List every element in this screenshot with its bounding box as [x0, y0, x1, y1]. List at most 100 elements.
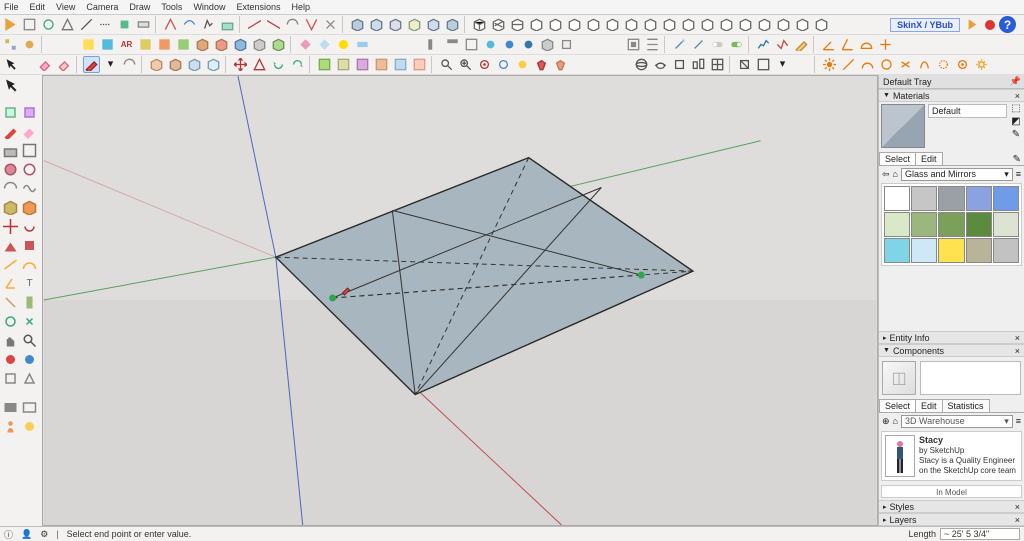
tb-btn[interactable]: [354, 36, 371, 53]
tb-btn[interactable]: [232, 36, 249, 53]
pencil-icon[interactable]: [83, 56, 100, 73]
material-thumb[interactable]: [881, 104, 925, 148]
box-icon[interactable]: [167, 56, 184, 73]
rotate-icon[interactable]: [21, 218, 38, 235]
tb-btn[interactable]: [425, 36, 442, 53]
tb-btn[interactable]: [316, 56, 333, 73]
tb-btn[interactable]: [335, 56, 352, 73]
tb-btn[interactable]: [135, 16, 152, 33]
panel-layers-head[interactable]: ▸Layers×: [879, 513, 1024, 526]
tb-btn[interactable]: [97, 16, 114, 33]
tb-btn[interactable]: [736, 56, 753, 73]
viewport-3d[interactable]: [42, 75, 878, 526]
tb-btn[interactable]: [709, 56, 726, 73]
zoom-icon[interactable]: [21, 332, 38, 349]
lt-btn[interactable]: [21, 399, 38, 416]
cursor-icon[interactable]: [2, 56, 19, 73]
tb-btn[interactable]: [625, 36, 642, 53]
refresh-icon[interactable]: [289, 56, 306, 73]
tb-btn[interactable]: [21, 16, 38, 33]
swatch[interactable]: [911, 238, 937, 263]
lt-btn[interactable]: [21, 142, 38, 159]
refresh-icon[interactable]: [270, 56, 287, 73]
tb-btn[interactable]: [671, 56, 688, 73]
material-name-field[interactable]: Default: [928, 104, 1007, 118]
hatch-cube-icon[interactable]: [756, 16, 773, 33]
in-model-bar[interactable]: In Model: [881, 485, 1022, 498]
record-icon[interactable]: [985, 20, 995, 30]
dropper-icon[interactable]: ✎: [1010, 130, 1022, 142]
tb-btn[interactable]: [181, 16, 198, 33]
tb-btn[interactable]: [162, 16, 179, 33]
swatch[interactable]: [938, 238, 964, 263]
hatch-cube-icon[interactable]: [699, 16, 716, 33]
lt-btn[interactable]: [2, 351, 19, 368]
hatch-cube-icon[interactable]: [604, 16, 621, 33]
tb-btn[interactable]: [99, 36, 116, 53]
home-icon[interactable]: ⌂: [893, 416, 898, 426]
move-icon[interactable]: [232, 56, 249, 73]
swatch[interactable]: [966, 212, 992, 237]
skin-label[interactable]: SkinX / YBub: [890, 18, 960, 32]
lt-btn[interactable]: [21, 370, 38, 387]
tb-btn[interactable]: [137, 36, 154, 53]
sphere-icon[interactable]: [633, 56, 650, 73]
status-icon[interactable]: ⚙: [40, 529, 48, 540]
tb-btn[interactable]: [116, 16, 133, 33]
status-icon[interactable]: ⓘ: [4, 528, 13, 541]
box-icon[interactable]: [148, 56, 165, 73]
lt-btn[interactable]: [21, 418, 38, 435]
tb-btn[interactable]: [80, 36, 97, 53]
cube-icon[interactable]: [349, 16, 366, 33]
close-icon[interactable]: ×: [1015, 91, 1020, 101]
set-default-icon[interactable]: ◩: [1010, 117, 1022, 129]
teapot-icon[interactable]: [652, 56, 669, 73]
tb-btn[interactable]: [495, 56, 512, 73]
swatch[interactable]: [911, 212, 937, 237]
tab-edit[interactable]: Edit: [915, 152, 943, 165]
protractor-icon[interactable]: [859, 56, 876, 73]
toggle-icon[interactable]: [728, 36, 745, 53]
pin-icon[interactable]: 📌: [1010, 76, 1021, 87]
menu-tools[interactable]: Tools: [161, 2, 182, 12]
sun-icon[interactable]: [821, 56, 838, 73]
protractor-icon[interactable]: [858, 36, 875, 53]
person-icon[interactable]: [2, 418, 19, 435]
tb-btn[interactable]: [644, 36, 661, 53]
cube-icon[interactable]: [406, 16, 423, 33]
angle-icon[interactable]: [839, 36, 856, 53]
lt-btn[interactable]: [2, 142, 19, 159]
cube-icon[interactable]: [425, 16, 442, 33]
lt-btn[interactable]: [2, 313, 19, 330]
measurement-box[interactable]: ~ 25' 5 3/4": [940, 528, 1020, 540]
menu-window[interactable]: Window: [193, 2, 225, 12]
lt-btn[interactable]: [21, 199, 38, 216]
tb-btn[interactable]: [2, 36, 19, 53]
lt-btn[interactable]: [21, 351, 38, 368]
menu-help[interactable]: Help: [291, 2, 310, 12]
tab-select[interactable]: Select: [879, 152, 916, 165]
create-material-icon[interactable]: ⬚: [1010, 104, 1022, 116]
tb-btn[interactable]: [246, 16, 263, 33]
tb-btn[interactable]: [270, 36, 287, 53]
tb-btn[interactable]: [316, 36, 333, 53]
menu-draw[interactable]: Draw: [129, 2, 150, 12]
pencil-icon[interactable]: [793, 36, 810, 53]
tb-btn[interactable]: [213, 36, 230, 53]
tb-btn[interactable]: [935, 56, 952, 73]
play-icon[interactable]: [2, 16, 19, 33]
lt-btn[interactable]: [21, 313, 38, 330]
dropdown-icon[interactable]: ▾: [102, 56, 119, 73]
menu-icon[interactable]: ≡: [1016, 416, 1021, 426]
close-icon[interactable]: ×: [1015, 515, 1020, 525]
bucket-icon[interactable]: [552, 56, 569, 73]
tb-btn[interactable]: [482, 36, 499, 53]
tb-btn[interactable]: [558, 36, 575, 53]
gear-icon[interactable]: [973, 56, 990, 73]
search-icon[interactable]: [438, 56, 455, 73]
tb-btn[interactable]: [444, 36, 461, 53]
hatch-cube-icon[interactable]: [566, 16, 583, 33]
tb-btn[interactable]: AR: [118, 36, 135, 53]
hatch-cube-icon[interactable]: [718, 16, 735, 33]
chart-icon[interactable]: [774, 36, 791, 53]
